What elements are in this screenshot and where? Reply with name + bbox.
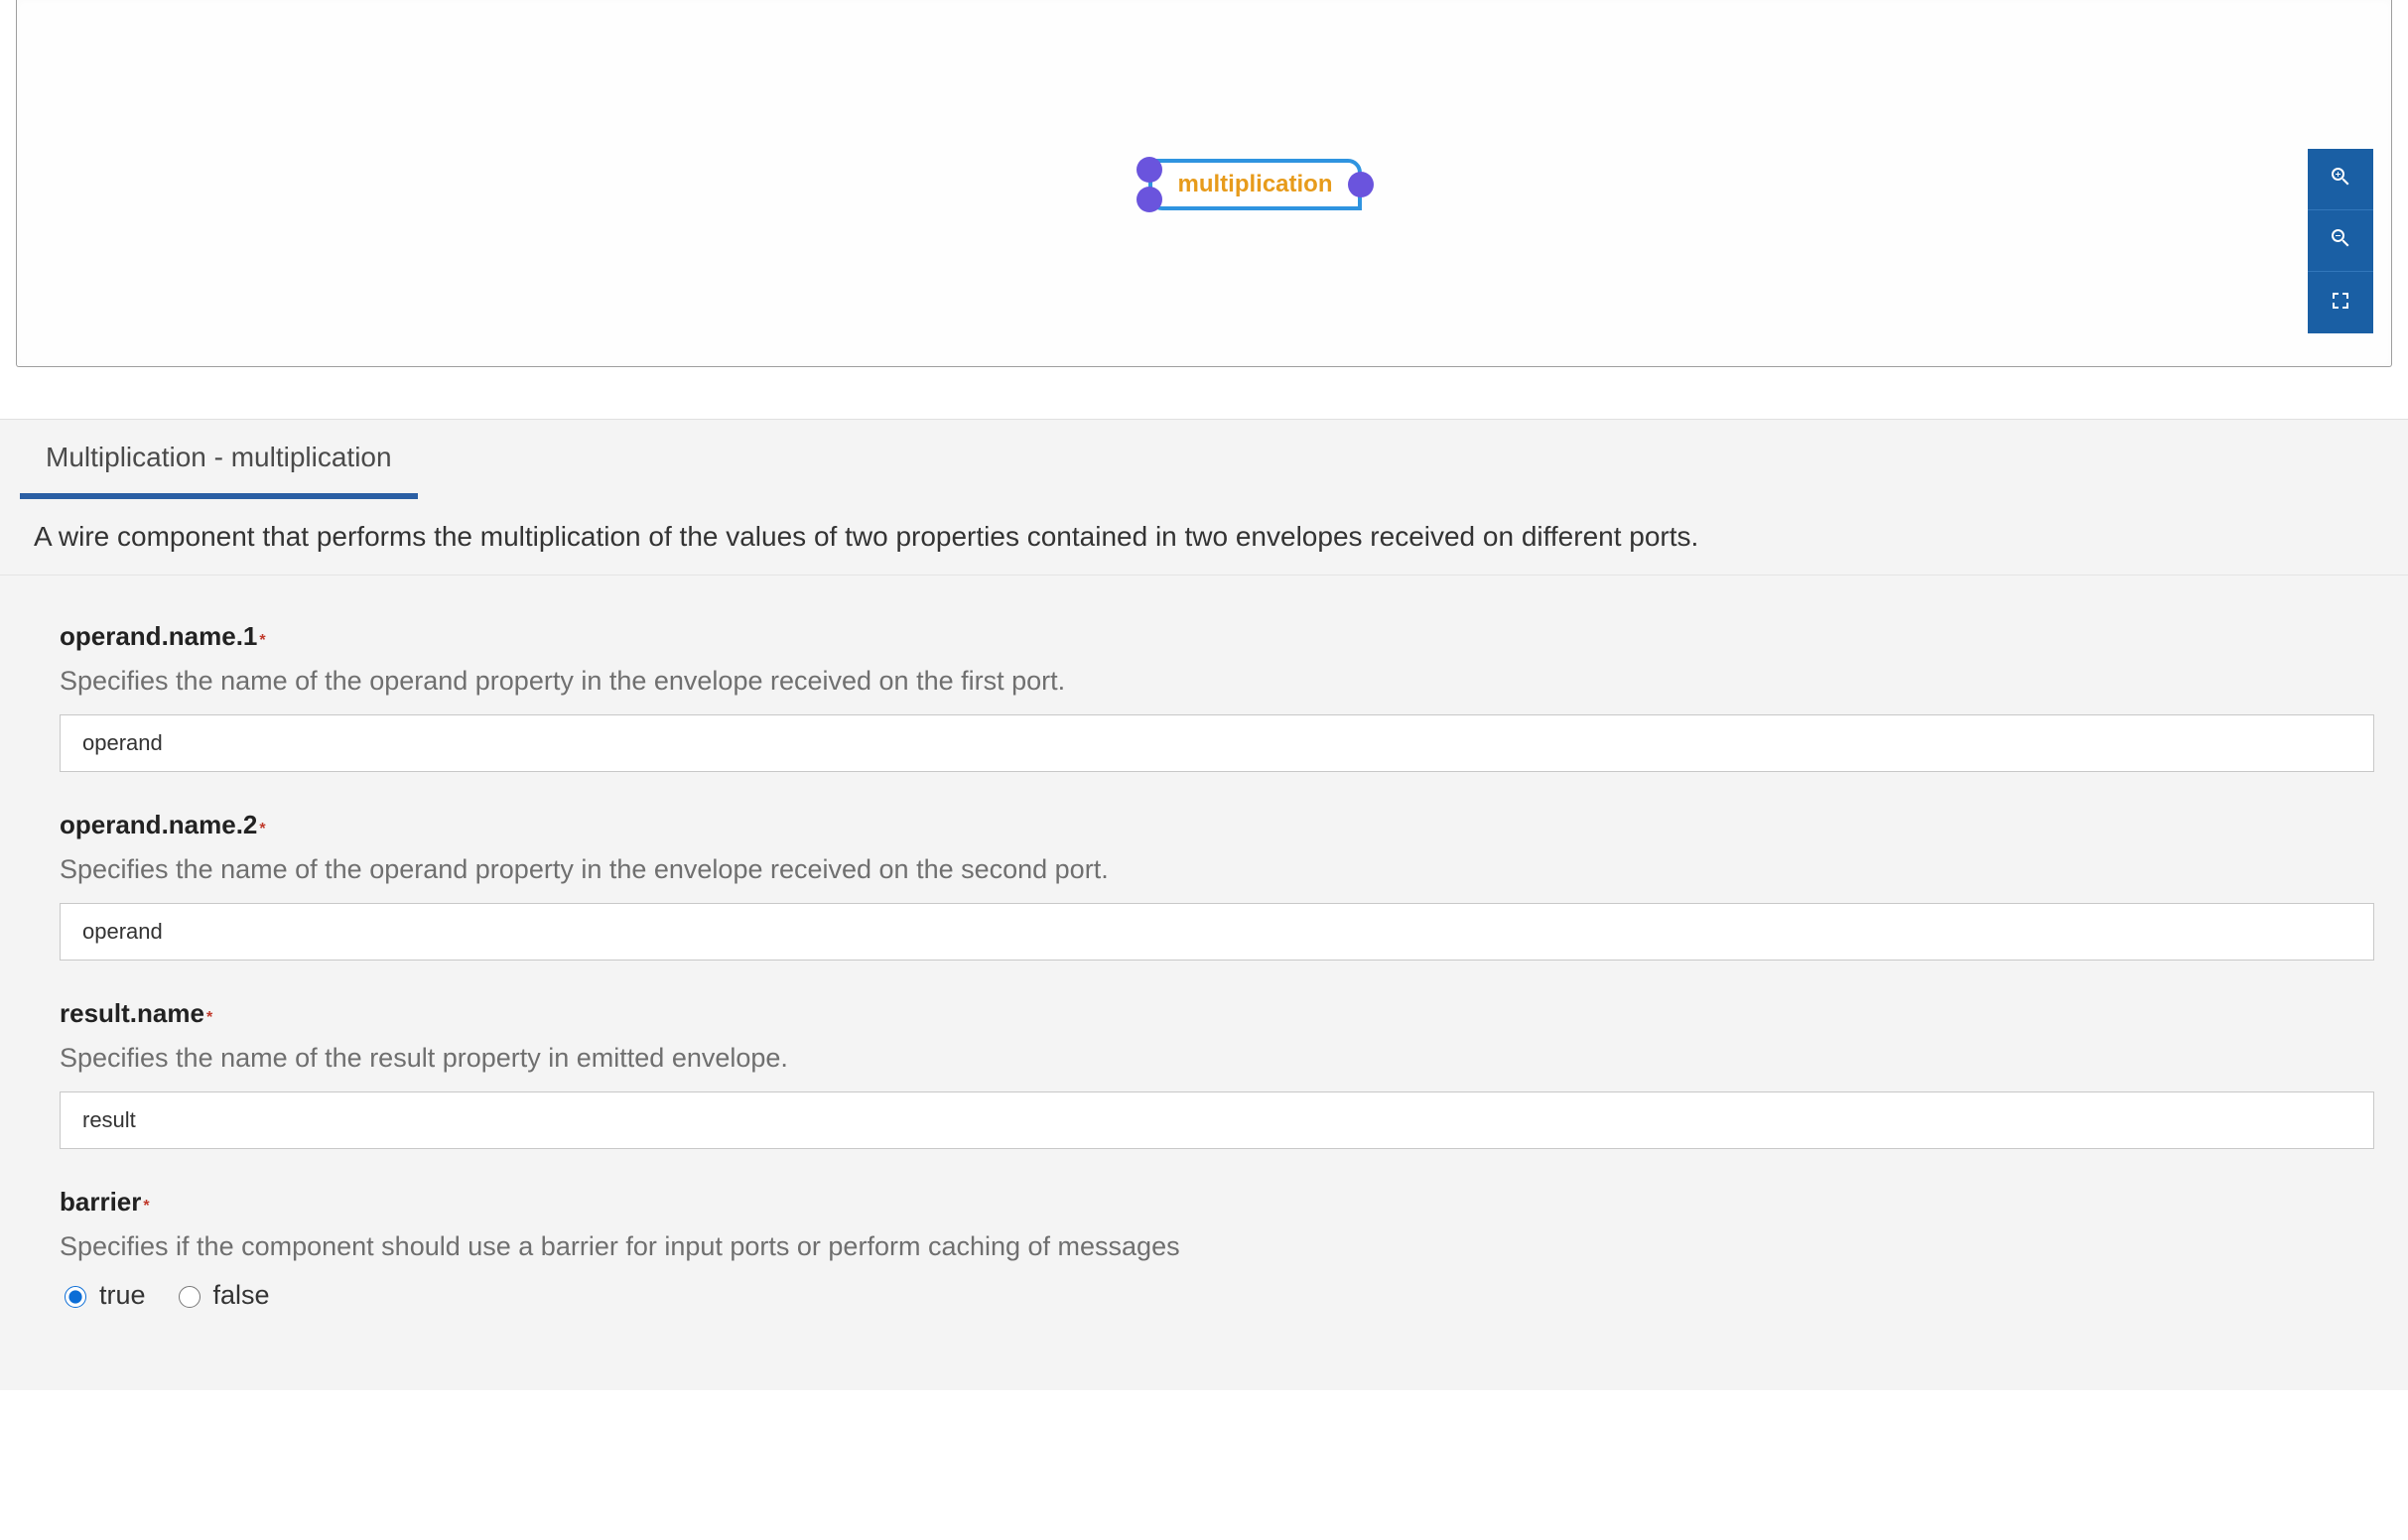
field-label: operand.name.1 [60, 621, 257, 651]
required-marker: * [206, 1009, 212, 1026]
wire-node-input-port-2[interactable] [1137, 187, 1162, 212]
field-label: barrier [60, 1187, 141, 1217]
wire-node-body[interactable]: multiplication [1148, 159, 1362, 210]
zoom-out-icon [2329, 226, 2352, 255]
operand-name-2-input[interactable] [60, 903, 2374, 961]
zoom-in-button[interactable] [2308, 149, 2373, 210]
required-marker: * [259, 821, 265, 837]
field-label: result.name [60, 998, 204, 1028]
field-operand-name-1: operand.name.1* Specifies the name of th… [60, 621, 2374, 772]
wire-node-label: multiplication [1178, 171, 1333, 198]
barrier-radio-group: true false [60, 1280, 2374, 1311]
field-description: Specifies the name of the result propert… [60, 1043, 2374, 1074]
zoom-fit-button[interactable] [2308, 272, 2373, 333]
expand-icon [2329, 289, 2352, 318]
required-marker: * [143, 1198, 149, 1215]
config-tab-active[interactable]: Multiplication - multiplication [20, 420, 418, 499]
field-label: operand.name.2 [60, 810, 257, 839]
field-result-name: result.name* Specifies the name of the r… [60, 998, 2374, 1149]
field-description: Specifies the name of the operand proper… [60, 666, 2374, 697]
barrier-radio-false-label[interactable]: false [174, 1280, 270, 1311]
zoom-out-button[interactable] [2308, 210, 2373, 272]
field-barrier: barrier* Specifies if the component shou… [60, 1187, 2374, 1311]
wire-graph-canvas[interactable]: multiplication [16, 0, 2392, 367]
required-marker: * [259, 632, 265, 649]
zoom-in-icon [2329, 165, 2352, 193]
wire-node-output-port[interactable] [1348, 172, 1374, 197]
barrier-radio-true-label[interactable]: true [60, 1280, 146, 1311]
barrier-radio-true[interactable] [65, 1286, 86, 1308]
field-operand-name-2: operand.name.2* Specifies the name of th… [60, 810, 2374, 961]
field-description: Specifies if the component should use a … [60, 1231, 2374, 1262]
config-tab-bar: Multiplication - multiplication [0, 420, 2408, 499]
component-config-panel: Multiplication - multiplication A wire c… [0, 419, 2408, 1390]
radio-option-text: true [99, 1280, 146, 1311]
wire-node-input-port-1[interactable] [1137, 157, 1162, 183]
component-description: A wire component that performs the multi… [0, 499, 2408, 576]
config-form: operand.name.1* Specifies the name of th… [0, 576, 2408, 1311]
operand-name-1-input[interactable] [60, 714, 2374, 772]
radio-option-text: false [213, 1280, 270, 1311]
zoom-controls [2308, 149, 2373, 333]
field-description: Specifies the name of the operand proper… [60, 854, 2374, 885]
barrier-radio-false[interactable] [179, 1286, 201, 1308]
wire-node-multiplication[interactable]: multiplication [1129, 159, 1382, 210]
result-name-input[interactable] [60, 1091, 2374, 1149]
